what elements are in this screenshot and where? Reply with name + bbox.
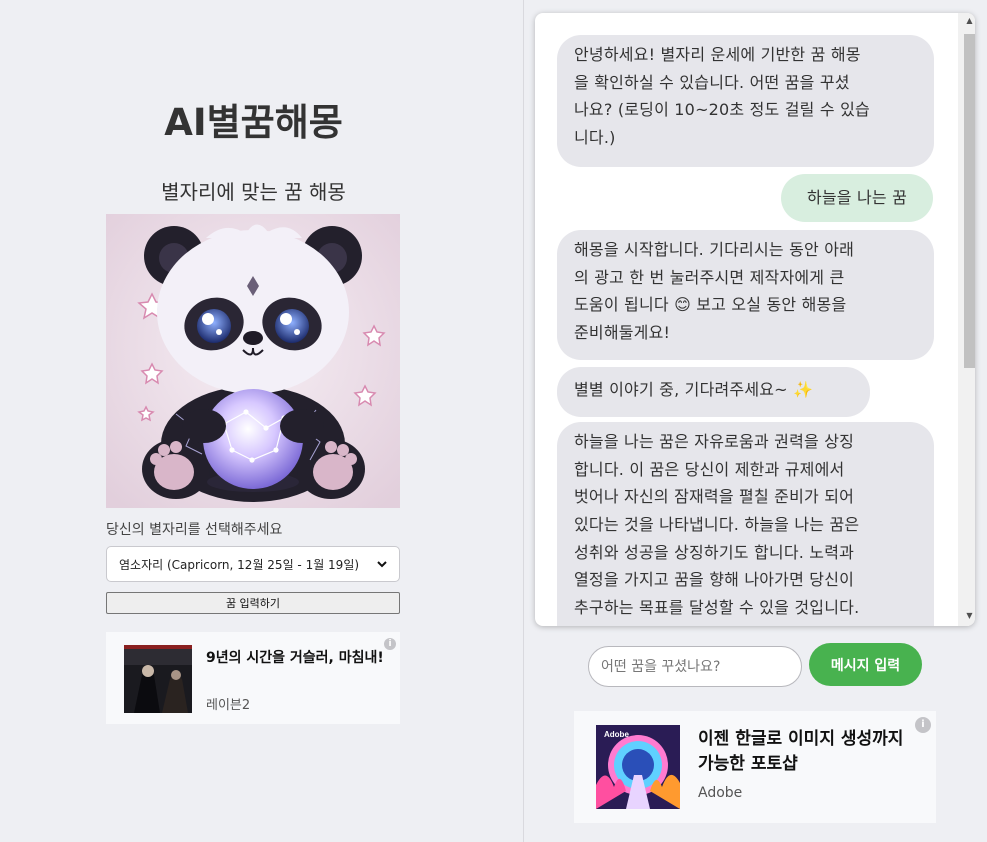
- ad-card-right[interactable]: Adobe 이젠 한글로 이미지 생성까지 가능한 포토샵 Adobe i: [574, 711, 936, 823]
- dream-message-input[interactable]: [588, 646, 802, 687]
- message-line: 하늘을 나는 꿈: [806, 188, 908, 207]
- zodiac-select[interactable]: 염소자리 (Capricorn, 12월 25일 - 1월 19일): [106, 546, 400, 582]
- dream-input-button[interactable]: 꿈 입력하기: [106, 592, 400, 614]
- chat-scrollbar[interactable]: ▲ ▼: [958, 13, 975, 626]
- ad-source-right: Adobe: [698, 785, 743, 801]
- message-line: 니다.): [574, 128, 616, 148]
- chat-message-user: 하늘을 나는 꿈: [781, 174, 933, 222]
- send-message-button[interactable]: 메시지 입력: [809, 643, 922, 686]
- app-title: AI별꿈해몽: [164, 101, 343, 144]
- chat-message-bot: 해몽을 시작합니다. 기다리시는 동안 아래 의 광고 한 번 눌러주시면 제작…: [557, 230, 934, 360]
- scroll-up-icon[interactable]: ▲: [964, 15, 975, 27]
- chat-message-bot: 안녕하세요! 별자리 운세에 기반한 꿈 해몽 을 확인하실 수 있습니다. 어…: [557, 35, 934, 167]
- message-line: 있다는 것을 나타냅니다. 하늘을 나는 꿈은: [574, 515, 860, 535]
- message-line: 나요? (로딩이 10~20초 정도 걸릴 수 있습: [574, 100, 870, 120]
- adobe-logo-text: Adobe: [604, 730, 629, 739]
- message-line: 벗어나 자신의 잠재력을 펼칠 준비가 되어: [574, 487, 855, 507]
- scroll-down-icon[interactable]: ▼: [964, 610, 975, 622]
- message-line: 안녕하세요! 별자리 운세에 기반한 꿈 해몽: [574, 45, 861, 64]
- message-line: 성취와 성공을 상징하기도 합니다. 노력과: [574, 542, 855, 562]
- message-line: 합니다. 이 꿈은 당신이 제한과 규제에서: [574, 459, 845, 479]
- message-line: 도움이 됩니다 😊 보고 오실 동안 해몽을: [574, 295, 847, 315]
- chevron-down-icon: [377, 557, 387, 571]
- zodiac-select-label: 당신의 별자리를 선택해주세요: [106, 522, 283, 538]
- ad-title-left[interactable]: 9년의 시간을 거슬러, 마침내!: [206, 648, 386, 668]
- panda-with-crystal-ball-icon: [106, 214, 400, 508]
- message-line: 열정을 가지고 꿈을 향해 나아가면 당신이: [574, 570, 855, 590]
- message-line: 준비해둘게요!: [574, 323, 671, 343]
- info-icon[interactable]: i: [915, 717, 931, 733]
- chat-message-bot: 하늘을 나는 꿈은 자유로움과 권력을 상징 합니다. 이 꿈은 당신이 제한과…: [557, 422, 934, 626]
- message-line: 해몽을 시작합니다. 기다리시는 동안 아래: [574, 240, 855, 259]
- ad-thumbnail: [124, 645, 192, 713]
- panel-divider: [523, 0, 524, 842]
- ad-title-right[interactable]: 이젠 한글로 이미지 생성까지 가능한 포토샵: [698, 727, 920, 776]
- ad-source-left: 레이븐2: [206, 698, 251, 713]
- scrollbar-thumb[interactable]: [964, 34, 975, 368]
- message-line: 의 광고 한 번 눌러주시면 제작자에게 큰: [574, 267, 845, 287]
- message-line: 을 확인하실 수 있습니다. 어떤 꿈을 꾸셨: [574, 72, 850, 92]
- info-icon[interactable]: i: [384, 638, 396, 650]
- zodiac-selected-value: 염소자리 (Capricorn, 12월 25일 - 1월 19일): [119, 557, 360, 572]
- message-line: 별별 이야기 중, 기다려주세요~ ✨: [574, 380, 814, 399]
- ad-thumbnail: Adobe: [596, 725, 680, 809]
- ad-card-left[interactable]: 9년의 시간을 거슬러, 마침내! 레이븐2 i: [106, 632, 400, 724]
- chat-panel: 안녕하세요! 별자리 운세에 기반한 꿈 해몽 을 확인하실 수 있습니다. 어…: [535, 13, 975, 626]
- message-line: 하늘을 나는 꿈은 자유로움과 권력을 상징: [574, 432, 855, 451]
- chat-message-bot: 별별 이야기 중, 기다려주세요~ ✨: [557, 367, 870, 417]
- page-subtitle: 별자리에 맞는 꿈 해몽: [161, 180, 346, 204]
- message-line: 추구하는 목표를 달성할 수 있을 것입니다.: [574, 598, 860, 618]
